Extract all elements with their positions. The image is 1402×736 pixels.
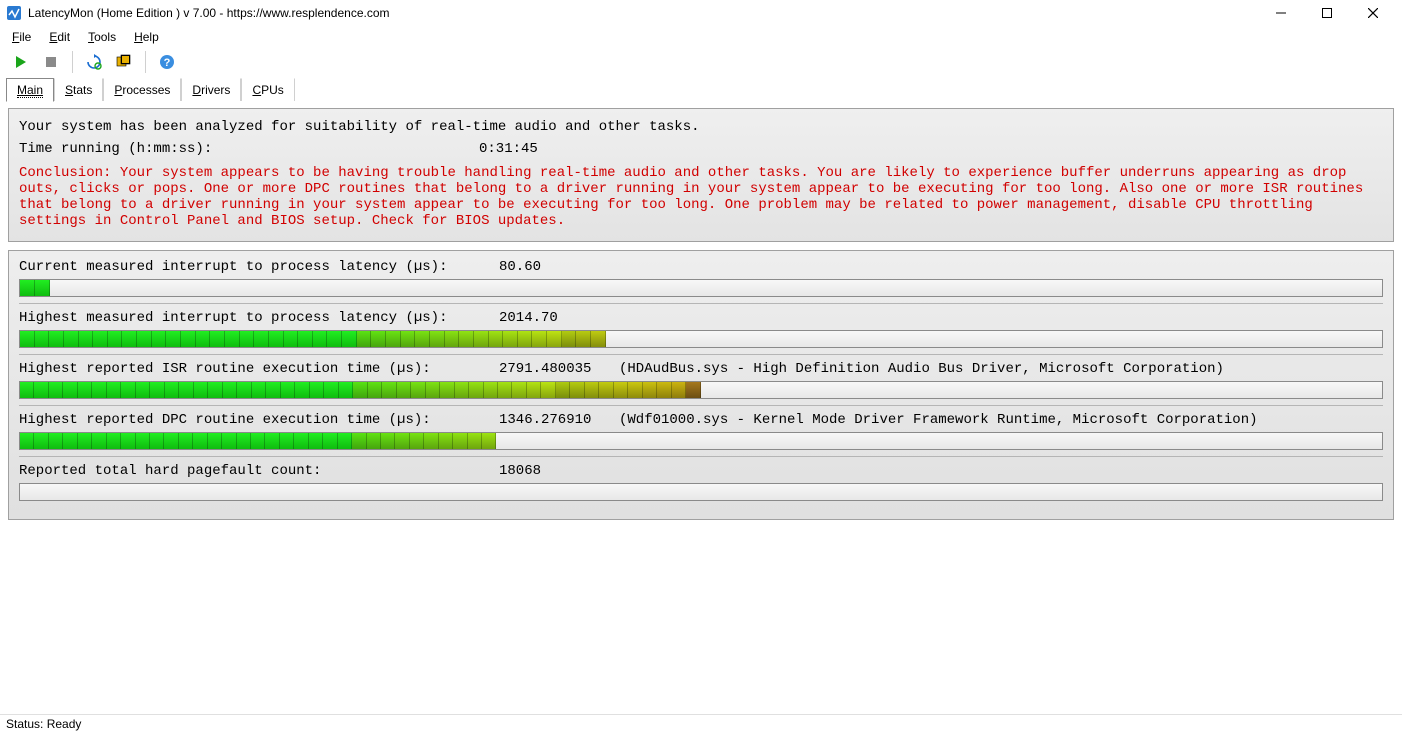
- tab-processes[interactable]: Processes: [103, 78, 181, 101]
- tab-main[interactable]: Main: [6, 78, 54, 102]
- menu-edit[interactable]: Edit: [45, 29, 74, 45]
- tab-drivers[interactable]: Drivers: [181, 78, 241, 101]
- menubar: File Edit Tools Help: [0, 26, 1402, 48]
- menu-tools[interactable]: Tools: [84, 29, 120, 45]
- metric-highest-dpc: Highest reported DPC routine execution t…: [19, 412, 1383, 450]
- app-icon: [6, 5, 22, 21]
- play-button[interactable]: [8, 50, 34, 74]
- windows-button[interactable]: [111, 50, 137, 74]
- time-running-value: 0:31:45: [479, 141, 538, 157]
- metric-value: 2791.480035: [499, 361, 619, 377]
- maximize-button[interactable]: [1304, 0, 1350, 26]
- metric-value: 18068: [499, 463, 619, 479]
- metric-bar: [19, 381, 1383, 399]
- metric-pagefault: Reported total hard pagefault count: 180…: [19, 463, 1383, 501]
- metric-label: Highest reported ISR routine execution t…: [19, 361, 499, 377]
- menu-file[interactable]: File: [8, 29, 35, 45]
- metric-label: Highest measured interrupt to process la…: [19, 310, 499, 326]
- metric-highest-isr: Highest reported ISR routine execution t…: [19, 361, 1383, 399]
- metric-label: Current measured interrupt to process la…: [19, 259, 499, 275]
- metric-highest-latency: Highest measured interrupt to process la…: [19, 310, 1383, 348]
- refresh-button[interactable]: [81, 50, 107, 74]
- window-title: LatencyMon (Home Edition ) v 7.00 - http…: [28, 6, 390, 20]
- statusbar: Status: Ready: [0, 714, 1402, 736]
- metric-current-latency: Current measured interrupt to process la…: [19, 259, 1383, 297]
- metric-value: 80.60: [499, 259, 619, 275]
- toolbar: ?: [0, 48, 1402, 76]
- metric-value: 2014.70: [499, 310, 619, 326]
- metric-extra: (HDAudBus.sys - High Definition Audio Bu…: [619, 361, 1383, 377]
- status-text: Status: Ready: [6, 717, 81, 731]
- titlebar: LatencyMon (Home Edition ) v 7.00 - http…: [0, 0, 1402, 26]
- metric-bar: [19, 279, 1383, 297]
- metric-label: Highest reported DPC routine execution t…: [19, 412, 499, 428]
- conclusion-text: Conclusion: Your system appears to be ha…: [19, 165, 1383, 229]
- metric-bar: [19, 432, 1383, 450]
- metric-extra: (Wdf01000.sys - Kernel Mode Driver Frame…: [619, 412, 1383, 428]
- svg-text:?: ?: [164, 57, 171, 69]
- tab-stats[interactable]: Stats: [54, 78, 103, 101]
- metric-bar: [19, 483, 1383, 501]
- time-running-label: Time running (h:mm:ss):: [19, 141, 479, 157]
- menu-help[interactable]: Help: [130, 29, 163, 45]
- minimize-button[interactable]: [1258, 0, 1304, 26]
- metric-value: 1346.276910: [499, 412, 619, 428]
- analysis-line: Your system has been analyzed for suitab…: [19, 119, 1383, 135]
- close-button[interactable]: [1350, 0, 1396, 26]
- analysis-card: Your system has been analyzed for suitab…: [8, 108, 1394, 242]
- metrics-card: Current measured interrupt to process la…: [8, 250, 1394, 520]
- tab-cpus[interactable]: CPUs: [241, 78, 294, 101]
- stop-button[interactable]: [38, 50, 64, 74]
- metric-bar: [19, 330, 1383, 348]
- tabbar: Main Stats Processes Drivers CPUs: [0, 76, 1402, 102]
- metric-label: Reported total hard pagefault count:: [19, 463, 499, 479]
- help-button[interactable]: ?: [154, 50, 180, 74]
